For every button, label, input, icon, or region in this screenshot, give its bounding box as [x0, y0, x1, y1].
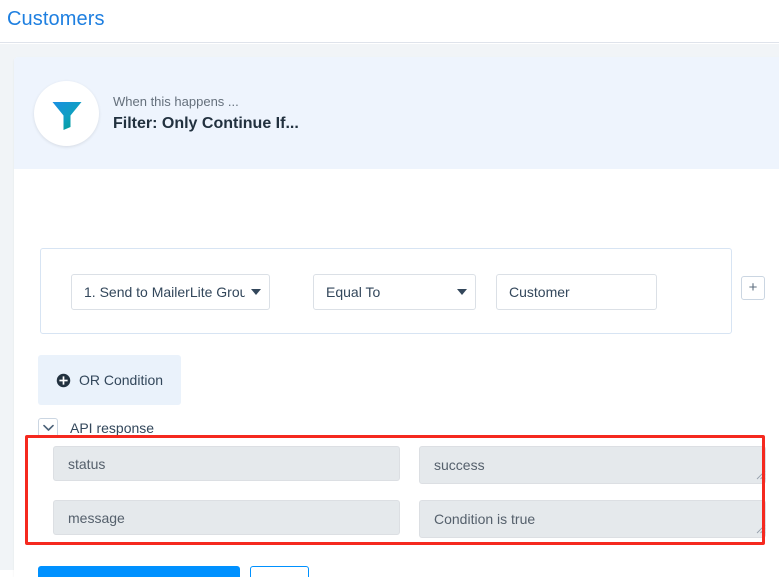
- api-response-collapse-toggle[interactable]: [38, 418, 58, 438]
- card-header: When this happens ... Filter: Only Conti…: [14, 57, 779, 169]
- add-condition-button[interactable]: +: [741, 276, 765, 300]
- action-source-select[interactable]: 1. Send to MailerLite Grou: [71, 274, 270, 310]
- card-body: 1. Send to MailerLite Grou Equal To + OR…: [14, 169, 779, 577]
- condition-value-input[interactable]: [496, 274, 657, 310]
- operator-select-label: Equal To: [326, 284, 381, 300]
- api-response-value-field[interactable]: Condition is true: [419, 500, 766, 538]
- api-response-key-field[interactable]: [53, 446, 400, 481]
- api-response-label: API response: [70, 420, 155, 436]
- plus-circle-icon: [56, 373, 71, 387]
- chevron-down-icon: [457, 289, 467, 295]
- save-button[interactable]: Save: [250, 566, 309, 577]
- page-title: Customers: [7, 8, 105, 30]
- top-bar: Customers: [0, 0, 779, 43]
- condition-row: 1. Send to MailerLite Grou Equal To +: [41, 249, 765, 335]
- header-title: Filter: Only Continue If...: [113, 115, 299, 132]
- api-response-key-field[interactable]: [53, 500, 400, 535]
- or-condition-label: OR Condition: [78, 372, 164, 388]
- header-text-block: When this happens ... Filter: Only Conti…: [113, 93, 299, 135]
- operator-select[interactable]: Equal To: [313, 274, 476, 310]
- action-source-select-label: 1. Send to MailerLite Grou: [84, 284, 245, 300]
- chevron-down-icon: [42, 424, 54, 431]
- filter-action-card: When this happens ... Filter: Only Conti…: [14, 57, 779, 577]
- condition-group-box: 1. Send to MailerLite Grou Equal To +: [40, 248, 765, 335]
- api-response-value-field[interactable]: success: [419, 446, 766, 484]
- chevron-down-icon: [251, 289, 261, 295]
- api-response-header: API response: [38, 418, 154, 438]
- header-eyebrow: When this happens ...: [113, 94, 239, 109]
- action-icon-circle: [34, 81, 99, 146]
- save-and-send-test-request-button[interactable]: Save & Send Test Request: [38, 566, 240, 577]
- or-condition-button[interactable]: OR Condition: [38, 355, 181, 405]
- filter-funnel-icon: [52, 101, 81, 130]
